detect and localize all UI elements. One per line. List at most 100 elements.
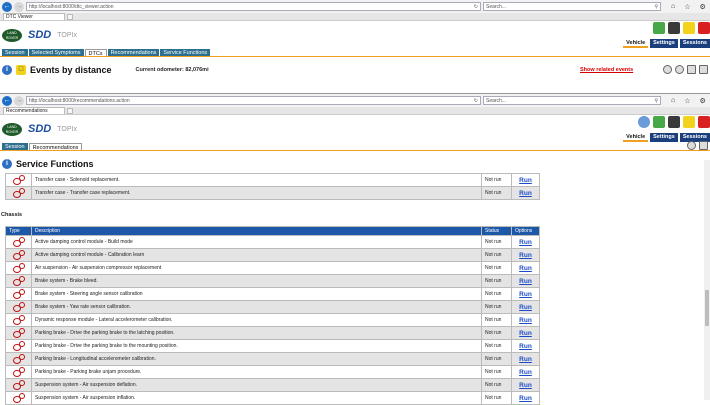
address-bar-2: ← → http://localhost:8000/recommendation… bbox=[0, 94, 710, 107]
run-button[interactable]: Run bbox=[519, 304, 532, 311]
address-bar: ← → http://localhost:8000/dtc_viewer.act… bbox=[0, 0, 710, 13]
status-cell: Not run bbox=[481, 186, 512, 200]
status-cell: Not run bbox=[481, 287, 512, 301]
list-icon[interactable] bbox=[687, 65, 696, 74]
menu-session[interactable]: Session bbox=[2, 143, 28, 150]
gear-icon[interactable]: ⚙ bbox=[700, 97, 706, 105]
info-icon: i bbox=[2, 65, 12, 75]
status-cell: Not run bbox=[481, 365, 512, 379]
url-input[interactable]: http://localhost:8000/recommendations.ac… bbox=[26, 96, 481, 105]
type-cell bbox=[5, 391, 32, 405]
table-row: Parking brake - Drive the parking brake … bbox=[5, 339, 540, 353]
run-button[interactable]: Run bbox=[519, 343, 532, 350]
run-button[interactable]: Run bbox=[519, 252, 532, 259]
options-cell: Run bbox=[511, 235, 540, 249]
type-cell bbox=[5, 378, 32, 392]
new-tab-button[interactable] bbox=[67, 107, 73, 114]
service-wrench-icon bbox=[13, 174, 25, 185]
new-tab-button[interactable] bbox=[67, 13, 73, 20]
run-button[interactable]: Run bbox=[519, 291, 532, 298]
rss-icon[interactable] bbox=[698, 22, 710, 34]
description-cell: Suspension system - Air suspension infla… bbox=[31, 391, 482, 405]
search-icon[interactable]: ⚲ bbox=[654, 4, 658, 10]
menu-selected-symptoms[interactable]: Selected Symptoms bbox=[28, 49, 84, 56]
run-button[interactable]: Run bbox=[519, 395, 532, 402]
notes-icon[interactable] bbox=[683, 22, 695, 34]
run-button[interactable]: Run bbox=[519, 190, 532, 197]
transfer-case-table: Transfer case - Solenoid replacement. Not… bbox=[5, 173, 540, 200]
back-icon[interactable]: ← bbox=[2, 95, 12, 106]
vertical-scrollbar[interactable] bbox=[704, 160, 710, 400]
vehicle-icon[interactable] bbox=[653, 22, 665, 34]
status-cell: Not run bbox=[481, 248, 512, 262]
refresh-icon[interactable]: ↻ bbox=[474, 4, 478, 10]
browser-tab[interactable]: Recommendations bbox=[3, 107, 65, 114]
run-button[interactable]: Run bbox=[519, 382, 532, 389]
menu-recommendations[interactable]: Recommendations bbox=[107, 49, 160, 56]
help-icon[interactable] bbox=[687, 141, 696, 150]
star-icon[interactable]: ☆ bbox=[684, 3, 690, 11]
menu-service-functions[interactable]: Service Functions bbox=[160, 49, 211, 56]
run-button[interactable]: Run bbox=[519, 239, 532, 246]
vehicle-tab[interactable]: Vehicle bbox=[623, 39, 649, 48]
calendar-icon[interactable] bbox=[668, 22, 680, 34]
run-button[interactable]: Run bbox=[519, 369, 532, 376]
magnifier-icon[interactable] bbox=[675, 65, 684, 74]
show-related-events-link[interactable]: Show related events bbox=[580, 67, 633, 73]
main-menu: Session Selected Symptoms DTCs Recommend… bbox=[0, 49, 710, 57]
type-cell bbox=[5, 274, 32, 288]
calendar-icon[interactable] bbox=[668, 116, 680, 128]
rss-icon[interactable] bbox=[698, 116, 710, 128]
search-input[interactable]: Search... ⚲ bbox=[483, 96, 661, 105]
menu-session[interactable]: Session bbox=[2, 49, 28, 56]
run-button[interactable]: Run bbox=[519, 265, 532, 272]
description-cell: Parking brake - Longitudinal acceleromet… bbox=[31, 352, 482, 366]
search-icon[interactable]: ⚲ bbox=[654, 98, 658, 104]
search-input[interactable]: Search... ⚲ bbox=[483, 2, 661, 11]
menu-recommendations[interactable]: Recommendations bbox=[28, 143, 83, 151]
type-cell bbox=[5, 365, 32, 379]
dtc-viewer-window: ← → http://localhost:8000/dtc_viewer.act… bbox=[0, 0, 710, 93]
folder-icon: □ bbox=[16, 65, 26, 75]
forward-icon[interactable]: → bbox=[14, 95, 24, 106]
service-wrench-icon bbox=[13, 275, 25, 286]
vehicle-tab[interactable]: Vehicle bbox=[623, 133, 649, 142]
help-icon[interactable] bbox=[663, 65, 672, 74]
settings-tab[interactable]: Settings bbox=[650, 133, 678, 142]
run-button[interactable]: Run bbox=[519, 330, 532, 337]
home-icon[interactable]: ⌂ bbox=[671, 3, 675, 11]
back-icon[interactable]: ← bbox=[2, 1, 12, 12]
scrollbar-thumb[interactable] bbox=[705, 290, 709, 326]
gear-icon[interactable]: ⚙ bbox=[700, 3, 706, 11]
description-cell: Brake system - Steering angle sensor cal… bbox=[31, 287, 482, 301]
chassis-table: Type Description Status Options Active d… bbox=[5, 226, 540, 405]
service-wrench-icon bbox=[13, 327, 25, 338]
options-cell: Run bbox=[511, 186, 540, 200]
status-column-header: Status bbox=[481, 226, 512, 236]
refresh-icon[interactable]: ↻ bbox=[474, 98, 478, 104]
description-cell: Air suspension - Air suspension compress… bbox=[31, 261, 482, 275]
sessions-tab[interactable]: Sessions bbox=[679, 39, 710, 48]
run-button[interactable]: Run bbox=[519, 278, 532, 285]
table-row: Parking brake - Parking brake unjam proc… bbox=[5, 365, 540, 379]
options-cell: Run bbox=[511, 173, 540, 187]
browser-tab[interactable]: DTC Viewer bbox=[3, 13, 65, 20]
forward-icon[interactable]: → bbox=[14, 1, 24, 12]
table-row: Parking brake - Longitudinal acceleromet… bbox=[5, 352, 540, 366]
run-button[interactable]: Run bbox=[519, 356, 532, 363]
print-icon[interactable] bbox=[699, 65, 708, 74]
add-icon[interactable] bbox=[638, 116, 650, 128]
url-input[interactable]: http://localhost:8000/dtc_viewer.action ↻ bbox=[26, 2, 481, 11]
menu-dtcs[interactable]: DTCs bbox=[84, 49, 107, 57]
status-cell: Not run bbox=[481, 391, 512, 405]
vehicle-icon[interactable] bbox=[653, 116, 665, 128]
type-cell bbox=[5, 287, 32, 301]
print-icon[interactable] bbox=[699, 141, 708, 150]
settings-tab[interactable]: Settings bbox=[650, 39, 678, 48]
run-button[interactable]: Run bbox=[519, 317, 532, 324]
home-icon[interactable]: ⌂ bbox=[671, 97, 675, 105]
run-button[interactable]: Run bbox=[519, 177, 532, 184]
star-icon[interactable]: ☆ bbox=[684, 97, 690, 105]
notes-icon[interactable] bbox=[683, 116, 695, 128]
land-rover-logo: LAND ROVER bbox=[2, 122, 22, 136]
